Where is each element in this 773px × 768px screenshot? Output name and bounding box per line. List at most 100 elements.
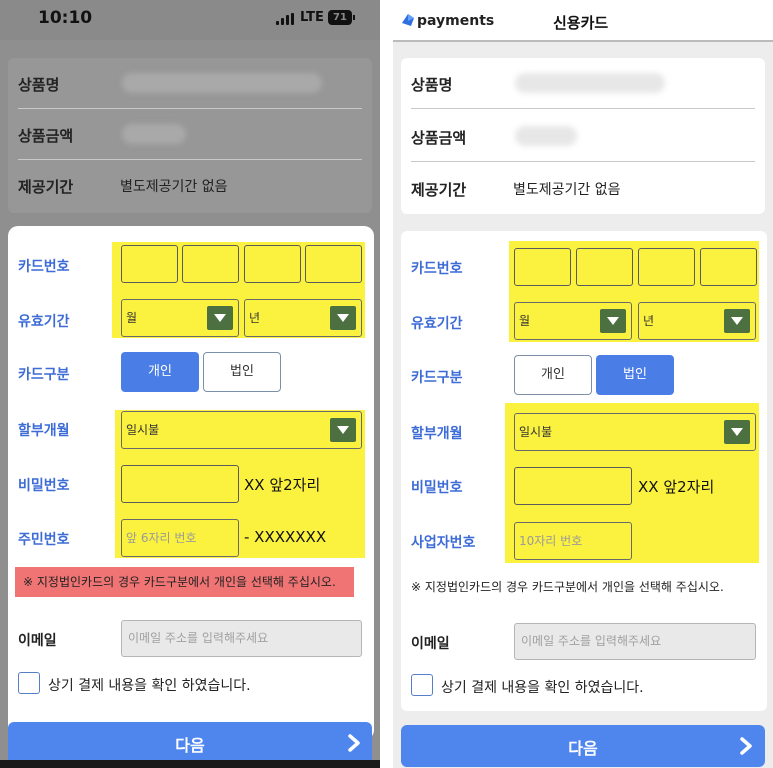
password-label: 비밀번호 — [18, 478, 70, 494]
card-number-input-1[interactable] — [121, 245, 178, 283]
password-suffix: XX 앞2자리 — [244, 476, 321, 494]
info-row-period: 제공기간 별도제공기간 없음 — [411, 163, 755, 214]
info-label: 제공기간 — [411, 181, 467, 199]
chevron-down-icon[interactable] — [600, 309, 626, 333]
card-type-label: 카드구분 — [411, 370, 463, 386]
confirm-text: 상기 결제 내용을 확인 하였습니다. — [48, 678, 251, 694]
card-number-input-4[interactable] — [305, 245, 362, 283]
installment-value: 일시불 — [519, 425, 553, 439]
expiry-month-select[interactable]: 월 — [514, 302, 632, 340]
blurred-product-name — [122, 73, 322, 93]
card-number-input-4[interactable] — [700, 248, 757, 286]
expiry-month-value: 월 — [519, 314, 531, 328]
chevron-down-icon[interactable] — [330, 306, 356, 330]
payment-form: 카드번호 유효기간 월 년 카드구분 개인 법인 할부개월 일시불 비밀번호 X… — [8, 226, 374, 740]
chevron-down-icon[interactable] — [207, 306, 233, 330]
chevron-right-icon — [348, 734, 360, 752]
expiry-year-value: 년 — [249, 311, 261, 325]
product-info-card: 상품명 상품금액 제공기간 별도제공기간 없음 — [8, 58, 372, 213]
email-label: 이메일 — [18, 633, 57, 649]
blurred-price — [122, 124, 186, 144]
card-number-label: 카드번호 — [411, 261, 463, 277]
battery-tip-icon — [353, 15, 355, 20]
confirm-text: 상기 결제 내용을 확인 하였습니다. — [441, 680, 644, 696]
info-row-product: 상품명 — [411, 58, 755, 109]
info-label: 제공기간 — [18, 178, 74, 196]
resident-number-input[interactable]: 앞 6자리 번호 — [121, 519, 239, 557]
status-time: 10:10 — [38, 8, 93, 28]
expiry-year-select[interactable]: 년 — [244, 299, 362, 337]
chevron-right-icon — [740, 737, 752, 755]
card-type-corporate-button[interactable]: 법인 — [596, 355, 674, 395]
page-title: 신용카드 — [553, 14, 609, 32]
phone-screen-corporate: payments 신용카드 상품명 상품금액 제공기간 별도제공기간 없음 카드… — [393, 0, 773, 768]
expiry-year-value: 년 — [643, 314, 655, 328]
info-row-price: 상품금액 — [411, 111, 755, 162]
card-number-input-3[interactable] — [638, 248, 695, 286]
status-bar: 10:10 LTE 71 — [0, 0, 380, 40]
password-input[interactable] — [121, 465, 239, 503]
card-type-personal-button[interactable]: 개인 — [121, 352, 199, 392]
info-label: 상품명 — [18, 76, 60, 94]
info-value: 별도제공기간 없음 — [513, 182, 621, 198]
payment-form: 카드번호 유효기간 월 년 카드구분 개인 법인 할부개월 일시불 비밀번호 X… — [401, 231, 767, 711]
installment-label: 할부개월 — [18, 423, 70, 439]
installment-select[interactable]: 일시불 — [121, 411, 362, 449]
card-number-input-3[interactable] — [244, 245, 301, 283]
next-button[interactable]: 다음 — [8, 722, 372, 764]
brand-name: payments — [417, 13, 495, 29]
info-label: 상품금액 — [411, 129, 467, 147]
corporate-card-notice: ※ 지정법인카드의 경우 카드구분에서 개인을 선택해 주십시오. — [15, 567, 354, 597]
expiry-month-select[interactable]: 월 — [121, 299, 239, 337]
installment-select[interactable]: 일시불 — [514, 413, 756, 451]
payments-logo-icon — [402, 14, 414, 26]
info-row-period: 제공기간 별도제공기간 없음 — [18, 160, 362, 211]
resident-number-label: 주민번호 — [18, 532, 70, 548]
confirm-checkbox[interactable] — [18, 672, 40, 694]
blurred-product-name — [515, 73, 665, 93]
business-number-label: 사업자번호 — [411, 535, 476, 551]
installment-value: 일시불 — [126, 423, 160, 437]
email-label: 이메일 — [411, 636, 450, 652]
confirm-checkbox[interactable] — [411, 674, 433, 696]
card-type-personal-button[interactable]: 개인 — [514, 355, 592, 395]
info-label: 상품금액 — [18, 127, 74, 145]
signal-icon — [276, 13, 296, 25]
info-value: 별도제공기간 없음 — [120, 179, 228, 195]
business-number-input[interactable]: 10자리 번호 — [514, 522, 632, 560]
email-input[interactable]: 이메일 주소를 입력해주세요 — [121, 620, 362, 657]
email-input[interactable]: 이메일 주소를 입력해주세요 — [514, 623, 756, 660]
card-number-input-2[interactable] — [182, 245, 239, 283]
chevron-down-icon[interactable] — [724, 420, 750, 444]
info-row-product: 상품명 — [18, 58, 362, 109]
chevron-down-icon[interactable] — [724, 309, 750, 333]
password-suffix: XX 앞2자리 — [638, 478, 715, 496]
info-row-price: 상품금액 — [18, 109, 362, 160]
next-button-label: 다음 — [568, 739, 598, 758]
chevron-down-icon[interactable] — [330, 418, 356, 442]
password-input[interactable] — [514, 467, 632, 505]
next-button-label: 다음 — [175, 736, 205, 755]
password-label: 비밀번호 — [411, 480, 463, 496]
card-type-label: 카드구분 — [18, 367, 70, 383]
battery-icon: 71 — [328, 10, 352, 25]
info-label: 상품명 — [411, 76, 453, 94]
corporate-card-notice: ※ 지정법인카드의 경우 카드구분에서 개인을 선택해 주십시오. — [411, 580, 724, 594]
resident-number-suffix: - XXXXXXX — [244, 528, 327, 546]
installment-label: 할부개월 — [411, 426, 463, 442]
home-indicator — [0, 760, 380, 768]
network-label: LTE — [300, 10, 324, 25]
card-number-input-2[interactable] — [576, 248, 633, 286]
expiry-label: 유효기간 — [411, 316, 463, 332]
header-bar: payments 신용카드 — [393, 0, 773, 42]
expiry-label: 유효기간 — [18, 314, 70, 330]
card-number-input-1[interactable] — [514, 248, 571, 286]
card-type-corporate-button[interactable]: 법인 — [203, 352, 281, 392]
blurred-price — [515, 126, 577, 146]
expiry-month-value: 월 — [126, 311, 138, 325]
product-info-card: 상품명 상품금액 제공기간 별도제공기간 없음 — [401, 58, 765, 214]
expiry-year-select[interactable]: 년 — [638, 302, 756, 340]
next-button[interactable]: 다음 — [401, 725, 765, 767]
card-number-label: 카드번호 — [18, 259, 70, 275]
phone-screen-personal: 10:10 LTE 71 상품명 상품금액 제공기간 별도제공기간 없음 카드번… — [0, 0, 380, 768]
